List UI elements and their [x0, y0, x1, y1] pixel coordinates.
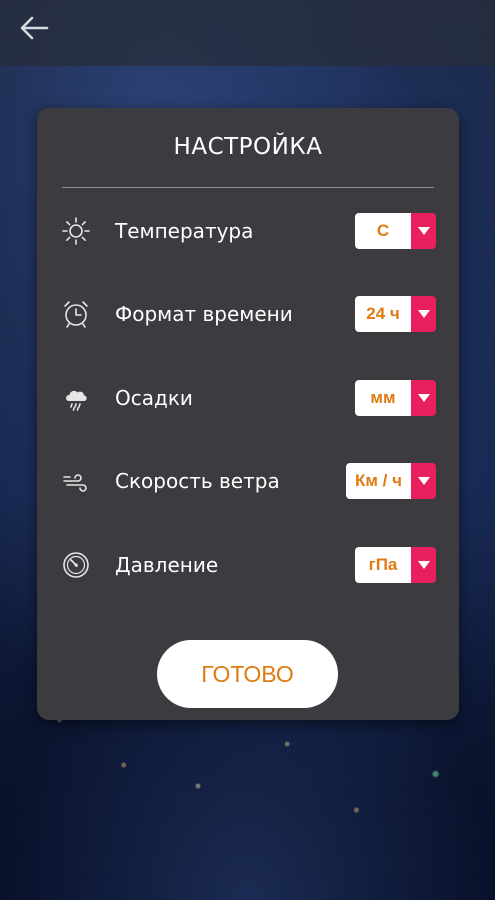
- time-format-value: 24 ч: [355, 296, 411, 332]
- setting-row-precipitation: Осадки мм: [37, 376, 459, 420]
- temperature-unit-select[interactable]: C: [355, 213, 436, 249]
- pressure-unit-select[interactable]: гПа: [355, 547, 436, 583]
- setting-row-time-format: Формат времени 24 ч: [37, 292, 459, 336]
- chevron-down-icon: [411, 547, 436, 583]
- setting-row-temperature: Температура C: [37, 209, 459, 253]
- chevron-down-icon: [411, 296, 436, 332]
- setting-label-time-format: Формат времени: [115, 302, 293, 326]
- gauge-icon: [61, 550, 91, 580]
- rain-cloud-icon: [61, 383, 91, 413]
- sun-icon: [61, 216, 91, 246]
- setting-row-wind-speed: Скорость ветра Км / ч: [37, 459, 459, 503]
- setting-label-pressure: Давление: [115, 553, 219, 577]
- pressure-unit-value: гПа: [355, 547, 411, 583]
- temperature-unit-value: C: [355, 213, 411, 249]
- precipitation-unit-select[interactable]: мм: [355, 380, 436, 416]
- done-button[interactable]: ГОТОВО: [157, 640, 338, 708]
- back-arrow-icon: [20, 16, 49, 40]
- setting-label-wind-speed: Скорость ветра: [115, 469, 280, 493]
- title-divider: [62, 187, 434, 188]
- chevron-down-icon: [411, 213, 436, 249]
- alarm-clock-icon: [61, 299, 91, 329]
- setting-label-temperature: Температура: [115, 219, 254, 243]
- chevron-down-icon: [411, 380, 436, 416]
- time-format-select[interactable]: 24 ч: [355, 296, 436, 332]
- top-app-bar: [0, 0, 495, 66]
- wind-icon: [61, 466, 91, 496]
- wind-speed-unit-value: Км / ч: [346, 463, 411, 499]
- precipitation-unit-value: мм: [355, 380, 411, 416]
- dialog-title: НАСТРОЙКА: [173, 134, 323, 160]
- setting-label-precipitation: Осадки: [115, 386, 193, 410]
- back-button[interactable]: [14, 10, 54, 46]
- setting-row-pressure: Давление гПа: [37, 543, 459, 587]
- chevron-down-icon: [411, 463, 436, 499]
- wind-speed-unit-select[interactable]: Км / ч: [346, 463, 436, 499]
